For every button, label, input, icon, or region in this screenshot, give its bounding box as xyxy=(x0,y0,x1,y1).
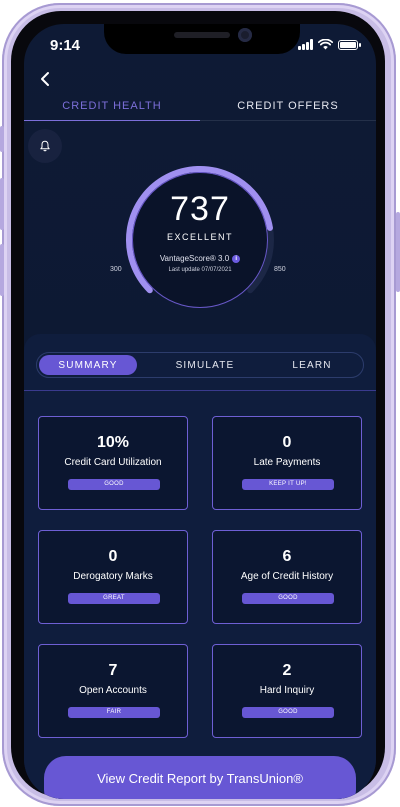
card-value: 0 xyxy=(108,548,118,565)
status-badge: GOOD xyxy=(242,707,334,718)
card-open-accounts[interactable]: 7 Open Accounts FAIR xyxy=(38,644,188,738)
battery-icon xyxy=(338,39,361,50)
tab-credit-offers[interactable]: CREDIT OFFERS xyxy=(200,92,376,121)
segment-control: SUMMARY SIMULATE LEARN xyxy=(36,352,364,378)
card-label: Credit Card Utilization xyxy=(64,457,162,468)
app-screen: 9:14 CREDIT HEALTH CREDIT OFFERS 737 EXC… xyxy=(24,24,376,799)
notifications-button[interactable] xyxy=(28,129,62,163)
last-update: Last update 07/07/2021 xyxy=(168,267,232,273)
card-value: 10% xyxy=(96,434,130,451)
segment-learn[interactable]: LEARN xyxy=(263,355,361,375)
card-label: Open Accounts xyxy=(79,685,147,696)
signal-icon xyxy=(298,39,313,50)
score-range-max: 850 xyxy=(274,266,286,273)
chevron-left-icon xyxy=(41,72,49,86)
bell-icon xyxy=(40,140,50,152)
card-hard-inquiry[interactable]: 2 Hard Inquiry GOOD xyxy=(212,644,362,738)
wifi-icon xyxy=(318,39,333,50)
tab-credit-health[interactable]: CREDIT HEALTH xyxy=(24,92,200,121)
summary-panel: SUMMARY SIMULATE LEARN 10% Credit Card U… xyxy=(24,334,376,799)
status-icons xyxy=(298,39,361,50)
camera-icon xyxy=(238,28,252,42)
credit-score-rating: EXCELLENT xyxy=(166,232,234,242)
side-button xyxy=(0,244,4,296)
speaker xyxy=(174,32,230,38)
status-time: 9:14 xyxy=(50,37,81,54)
side-button xyxy=(0,126,4,152)
side-button xyxy=(0,178,4,230)
status-badge: FAIR xyxy=(68,707,160,718)
notch xyxy=(104,24,300,54)
divider xyxy=(24,390,376,391)
card-label: Late Payments xyxy=(253,457,321,468)
score-model: VantageScore® 3.0 i xyxy=(120,254,280,263)
card-credit-card-utilization[interactable]: 10% Credit Card Utilization GOOD xyxy=(38,416,188,510)
credit-score-value: 737 xyxy=(170,190,230,228)
card-label: Age of Credit History xyxy=(240,571,334,582)
top-tabs: CREDIT HEALTH CREDIT OFFERS xyxy=(24,92,376,122)
card-value: 7 xyxy=(108,662,118,679)
status-badge: GREAT xyxy=(68,593,160,604)
card-label: Derogatory Marks xyxy=(73,571,153,582)
status-badge: GOOD xyxy=(242,593,334,604)
segment-simulate[interactable]: SIMULATE xyxy=(157,355,253,375)
card-label: Hard Inquiry xyxy=(259,685,315,696)
side-button xyxy=(396,212,400,292)
card-age-of-credit-history[interactable]: 6 Age of Credit History GOOD xyxy=(212,530,362,624)
status-badge: KEEP IT UP! xyxy=(242,479,334,490)
credit-score-gauge: 737 EXCELLENT VantageScore® 3.0 i Last u… xyxy=(120,160,280,320)
info-icon[interactable]: i xyxy=(232,254,241,263)
card-derogatory-marks[interactable]: 0 Derogatory Marks GREAT xyxy=(38,530,188,624)
status-badge: GOOD xyxy=(68,479,160,490)
score-range-min: 300 xyxy=(110,266,122,273)
score-model-label: VantageScore® 3.0 xyxy=(159,254,230,263)
view-credit-report-button[interactable]: View Credit Report by TransUnion® xyxy=(44,756,356,799)
card-late-payments[interactable]: 0 Late Payments KEEP IT UP! xyxy=(212,416,362,510)
back-button[interactable] xyxy=(36,69,56,89)
segment-summary[interactable]: SUMMARY xyxy=(39,355,137,375)
card-value: 6 xyxy=(282,548,292,565)
card-value: 2 xyxy=(282,662,292,679)
card-value: 0 xyxy=(282,434,292,451)
